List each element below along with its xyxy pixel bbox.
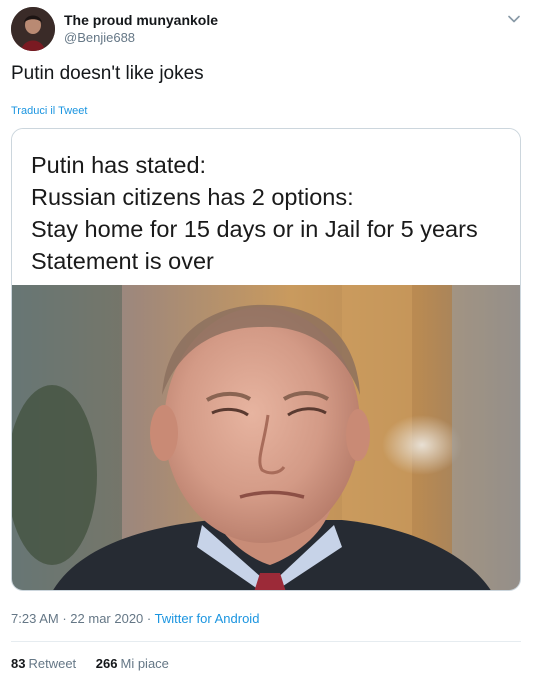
meme-caption-line: Stay home for 15 days or in Jail for 5 y… — [31, 216, 478, 242]
retweets-stat[interactable]: 83 Retweet — [11, 656, 76, 671]
avatar[interactable] — [11, 7, 55, 51]
tweet-source-link[interactable]: Twitter for Android — [155, 611, 260, 626]
user-handle[interactable]: @Benjie688 — [64, 29, 218, 47]
translate-tweet-link[interactable]: Traduci il Tweet — [11, 105, 87, 117]
tweet-metadata: 7:23 AM · 22 mar 2020 · Twitter for Andr… — [11, 611, 259, 626]
meme-caption-line: Putin has stated: — [31, 152, 207, 178]
user-info: The proud munyankole @Benjie688 — [64, 11, 218, 47]
tweet-time[interactable]: 7:23 AM — [11, 611, 59, 626]
likes-label: Mi piace — [120, 656, 169, 671]
chevron-down-icon[interactable] — [506, 11, 522, 27]
retweets-count: 83 — [11, 656, 26, 671]
portrait-photo — [12, 285, 520, 590]
meme-caption: Putin has stated: Russian citizens has 2… — [12, 129, 520, 285]
meme-caption-line: Statement is over — [31, 248, 214, 274]
tweet-text: Putin doesn't like jokes — [11, 63, 204, 84]
meme-caption-line: Russian citizens has 2 options: — [31, 184, 354, 210]
retweets-label: Retweet — [28, 656, 77, 671]
meme-photo — [12, 285, 520, 590]
display-name[interactable]: The proud munyankole — [64, 11, 218, 29]
meta-separator: · — [146, 611, 152, 626]
likes-count: 266 — [95, 656, 118, 671]
avatar-image — [11, 7, 55, 51]
tweet-stats: 83 Retweet 266 Mi piace — [11, 656, 185, 671]
meta-separator: · — [62, 611, 67, 626]
divider — [11, 641, 521, 642]
tweet-date[interactable]: 22 mar 2020 — [70, 611, 143, 626]
tweet: The proud munyankole @Benjie688 Putin do… — [0, 0, 534, 684]
tweet-media[interactable]: Putin has stated: Russian citizens has 2… — [11, 128, 521, 591]
likes-stat[interactable]: 266 Mi piace — [96, 656, 169, 671]
